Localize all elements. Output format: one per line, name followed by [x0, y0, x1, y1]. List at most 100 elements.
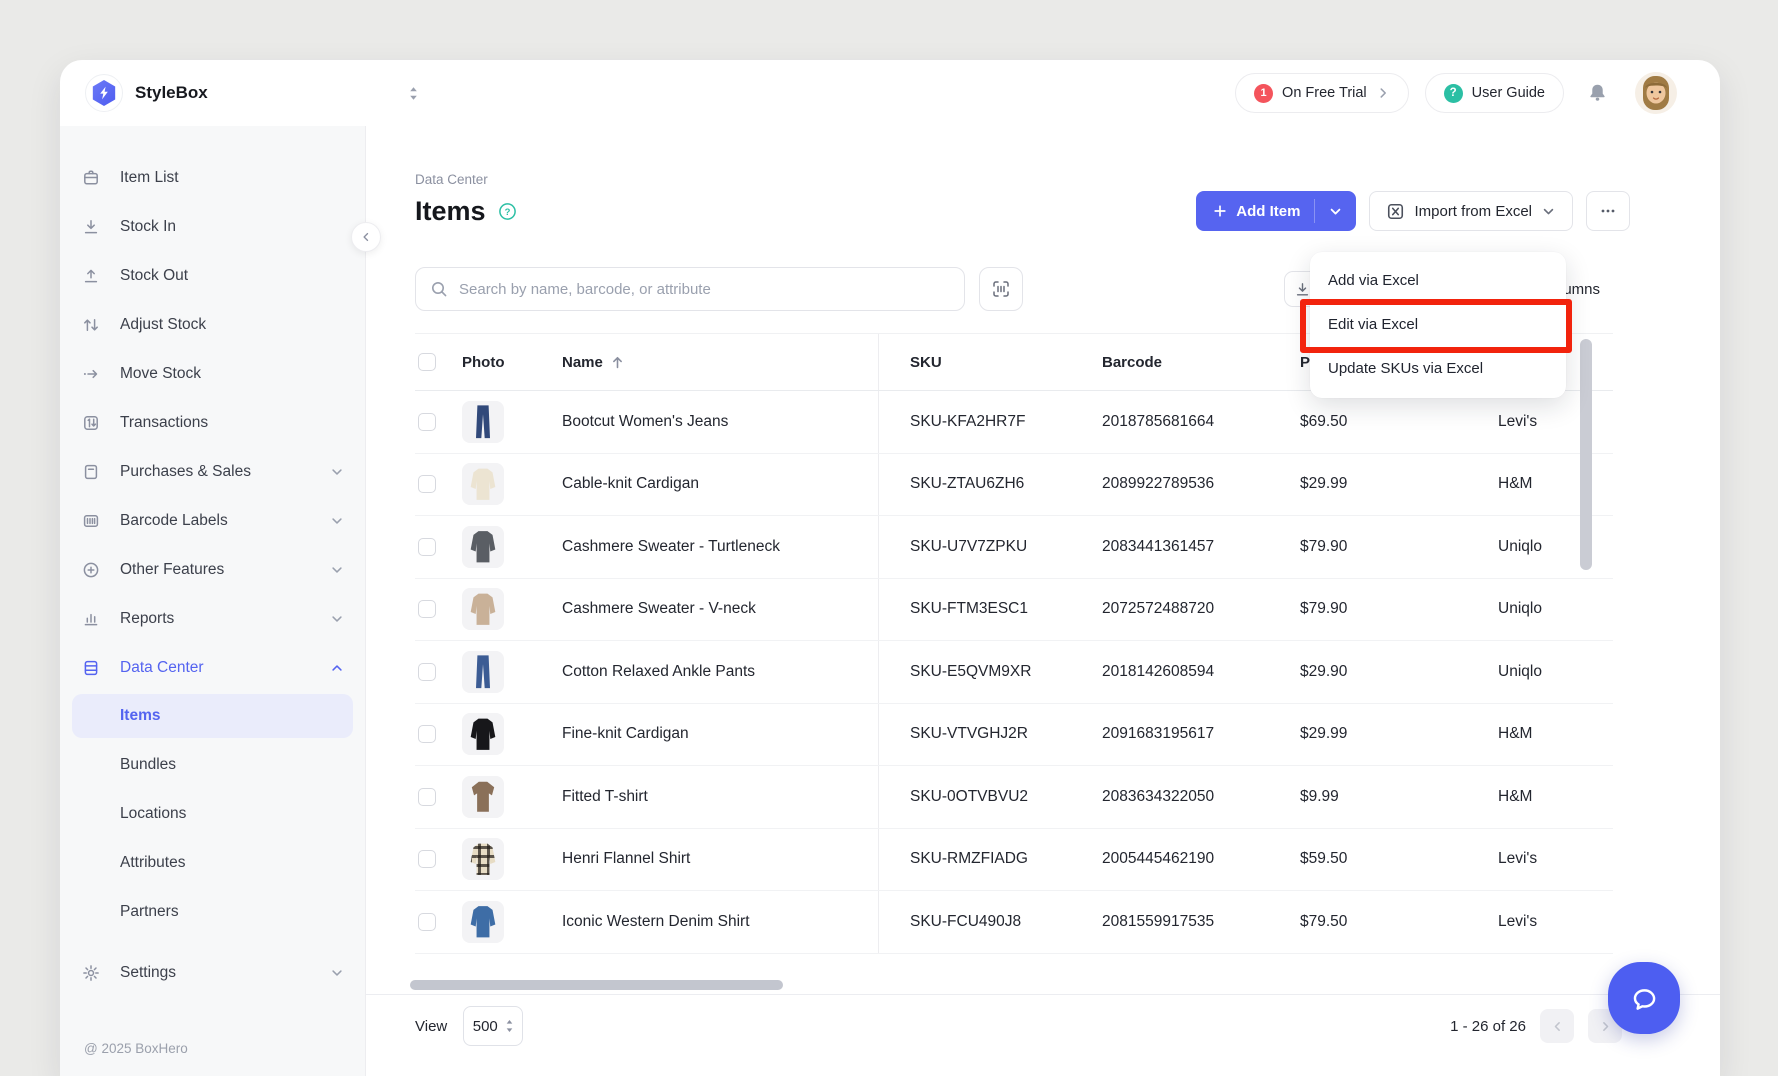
import-excel-button[interactable]: Import from Excel [1369, 191, 1573, 231]
table-row[interactable]: Cable-knit CardiganSKU-ZTAU6ZH6208992278… [415, 454, 1613, 517]
horizontal-scrollbar[interactable] [410, 980, 783, 990]
row-select-cell [415, 704, 459, 766]
row-select-cell [415, 579, 459, 641]
item-sku: SKU-KFA2HR7F [878, 391, 1102, 453]
item-barcode: 2081559917535 [1102, 891, 1300, 953]
table-row[interactable]: Cotton Relaxed Ankle PantsSKU-E5QVM9XR20… [415, 641, 1613, 704]
prev-page-button[interactable] [1540, 1009, 1574, 1043]
item-photo [462, 526, 504, 568]
row-checkbox[interactable] [418, 850, 436, 868]
add-item-button[interactable]: Add Item [1196, 191, 1356, 231]
sidebar-item-reports[interactable]: Reports [60, 594, 365, 643]
row-checkbox[interactable] [418, 413, 436, 431]
workspace-switcher[interactable]: StyleBox [85, 74, 419, 112]
row-checkbox[interactable] [418, 788, 436, 806]
workspace-name: StyleBox [135, 83, 208, 103]
item-barcode: 2083441361457 [1102, 516, 1300, 578]
sidebar-item-label: Reports [120, 610, 174, 628]
row-photo-cell [459, 641, 559, 703]
sidebar-item-attributes[interactable]: Attributes [60, 838, 365, 887]
row-photo-cell [459, 704, 559, 766]
chat-launcher-button[interactable] [1608, 962, 1680, 1034]
table-row[interactable]: Cashmere Sweater - V-neckSKU-FTM3ESC1207… [415, 579, 1613, 642]
items-table: PhotoNameSKUBarcodePriceBrandBootcut Wom… [415, 333, 1613, 954]
sidebar-item-locations[interactable]: Locations [60, 789, 365, 838]
sidebar-item-adjust-stock[interactable]: Adjust Stock [60, 300, 365, 349]
row-select-cell [415, 766, 459, 828]
table-row[interactable]: Fitted T-shirtSKU-0OTVBVU22083634322050$… [415, 766, 1613, 829]
item-brand: H&M [1498, 766, 1613, 828]
sidebar-item-stock-in[interactable]: Stock In [60, 202, 365, 251]
search-box [415, 267, 965, 311]
item-photo [462, 838, 504, 880]
add-item-dropdown-toggle[interactable] [1315, 204, 1356, 219]
sidebar-item-stock-out[interactable]: Stock Out [60, 251, 365, 300]
free-trial-button[interactable]: 1 On Free Trial [1235, 73, 1409, 113]
item-barcode: 2005445462190 [1102, 829, 1300, 891]
row-select-cell [415, 516, 459, 578]
notifications-bell-icon[interactable] [1586, 82, 1609, 105]
sidebar-item-other-features[interactable]: Other Features [60, 545, 365, 594]
table-row[interactable]: Iconic Western Denim ShirtSKU-FCU490J820… [415, 891, 1613, 954]
row-checkbox[interactable] [418, 913, 436, 931]
sidebar-collapse-button[interactable] [351, 222, 381, 252]
menu-item-update-skus-via-excel[interactable]: Update SKUs via Excel [1310, 346, 1566, 390]
row-checkbox[interactable] [418, 538, 436, 556]
sidebar-item-settings[interactable]: Settings [60, 948, 365, 997]
sidebar-item-bundles[interactable]: Bundles [60, 740, 365, 789]
item-sku: SKU-E5QVM9XR [878, 641, 1102, 703]
item-price: $79.90 [1300, 579, 1498, 641]
table-row[interactable]: Cashmere Sweater - TurtleneckSKU-U7V7ZPK… [415, 516, 1613, 579]
chevron-down-icon [329, 562, 345, 578]
table-row[interactable]: Henri Flannel ShirtSKU-RMZFIADG200544546… [415, 829, 1613, 892]
app-window: StyleBox 1 On Free Trial ? User Guide [60, 60, 1720, 1076]
box-icon [82, 169, 100, 187]
header-name: Name [559, 334, 878, 390]
chevron-down-icon [1541, 204, 1556, 219]
row-checkbox[interactable] [418, 725, 436, 743]
row-checkbox[interactable] [418, 475, 436, 493]
garment-image [469, 467, 497, 501]
row-checkbox[interactable] [418, 600, 436, 618]
sidebar-item-move-stock[interactable]: Move Stock [60, 349, 365, 398]
row-checkbox[interactable] [418, 663, 436, 681]
sidebar-item-barcode-labels[interactable]: Barcode Labels [60, 496, 365, 545]
row-photo-cell [459, 766, 559, 828]
item-brand: Levi's [1498, 391, 1613, 453]
table-row[interactable]: Bootcut Women's JeansSKU-KFA2HR7F2018785… [415, 391, 1613, 454]
sidebar-item-transactions[interactable]: Transactions [60, 398, 365, 447]
menu-item-add-via-excel[interactable]: Add via Excel [1310, 258, 1566, 302]
sidebar-item-label: Move Stock [120, 365, 201, 383]
item-brand: H&M [1498, 704, 1613, 766]
table-footer: View 500 1 - 26 of 26 [415, 998, 1622, 1054]
table-row[interactable]: Fine-knit CardiganSKU-VTVGHJ2R2091683195… [415, 704, 1613, 767]
item-price: $59.50 [1300, 829, 1498, 891]
chevron-up-icon [329, 660, 345, 676]
item-sku: SKU-FTM3ESC1 [878, 579, 1102, 641]
search-input[interactable] [457, 280, 950, 299]
select-all-checkbox[interactable] [418, 353, 436, 371]
user-guide-button[interactable]: ? User Guide [1425, 73, 1564, 113]
workspace-switch-icon[interactable] [408, 86, 419, 101]
sidebar-item-partners[interactable]: Partners [60, 887, 365, 936]
chevron-right-icon [1599, 1020, 1612, 1033]
page-size-select[interactable]: 500 [463, 1006, 523, 1046]
vertical-scrollbar[interactable] [1580, 339, 1592, 570]
user-avatar[interactable] [1635, 72, 1677, 114]
sidebar-item-label: Stock Out [120, 267, 188, 285]
stylebox-logo-icon [85, 74, 123, 112]
item-price: $9.99 [1300, 766, 1498, 828]
sidebar-item-data-center[interactable]: Data Center [60, 643, 365, 692]
more-actions-button[interactable] [1586, 191, 1630, 231]
item-brand: Levi's [1498, 891, 1613, 953]
sidebar-item-purchases-sales[interactable]: Purchases & Sales [60, 447, 365, 496]
sidebar-item-item-list[interactable]: Item List [60, 153, 365, 202]
page-help-icon[interactable]: ? [498, 202, 517, 221]
sort-ascending-icon[interactable] [610, 355, 625, 370]
barcode-scan-button[interactable] [979, 267, 1023, 311]
header-photo: Photo [459, 334, 559, 390]
header-select-cell [415, 334, 459, 390]
sidebar-item-items[interactable]: Items [72, 694, 353, 738]
menu-item-edit-via-excel[interactable]: Edit via Excel [1310, 302, 1566, 346]
header-name-label[interactable]: Name [562, 354, 603, 371]
